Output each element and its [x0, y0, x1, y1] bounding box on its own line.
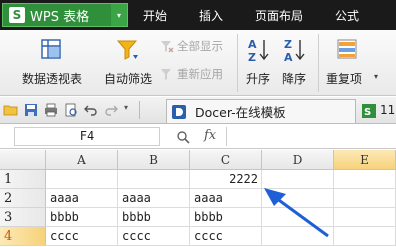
cell-a4[interactable]: cccc [46, 227, 118, 246]
sort-asc-label: 升序 [246, 72, 271, 86]
row-header-3[interactable]: 3 [0, 208, 46, 227]
duplicates-label: 重复项 [326, 72, 363, 86]
toolbar-separator [139, 101, 140, 119]
svg-text:Z: Z [284, 38, 292, 51]
reapply-label: 重新应用 [177, 67, 223, 81]
formula-bar: F4 fx [0, 124, 396, 149]
cell-c1[interactable]: 2222 [190, 170, 262, 189]
cell-c3[interactable]: bbbb [190, 208, 262, 227]
filter-funnel-icon [116, 40, 138, 60]
sort-ascending-button[interactable]: A Z 升序 [244, 34, 274, 92]
docer-tab-label: Docer-在线模板 [195, 105, 286, 120]
sort-desc-label: 降序 [282, 72, 307, 86]
cell-b3[interactable]: bbbb [118, 208, 190, 227]
app-menu-button[interactable]: S WPS 表格 ▾ [2, 3, 128, 27]
svg-text:Z: Z [248, 51, 256, 63]
function-wizard-button[interactable]: fx [204, 128, 216, 143]
sort-desc-icon: Z A [284, 38, 305, 63]
ribbon-separator [237, 34, 238, 92]
column-header-c[interactable]: C [190, 150, 262, 170]
sort-asc-icon: A Z [248, 38, 269, 63]
open-folder-icon[interactable] [3, 102, 19, 118]
tab-docer-templates[interactable]: Docer-在线模板 [166, 99, 356, 123]
save-icon[interactable] [23, 102, 39, 118]
cell-d2[interactable] [262, 189, 334, 208]
formula-separator [226, 127, 227, 146]
row-header-2[interactable]: 2 [0, 189, 46, 208]
cell-d3[interactable] [262, 208, 334, 227]
cell-b2[interactable]: aaaa [118, 189, 190, 208]
ribbon: 数据透视表 自动筛选 全部显示 重新应用 A Z 升序 Z A 降序 重复项 ▾ [0, 30, 396, 96]
cell-e1[interactable] [334, 170, 396, 189]
tab-formula[interactable]: 公式 [335, 7, 359, 24]
cell-b1[interactable] [118, 170, 190, 189]
duplicates-icon [337, 39, 357, 59]
cell-a2[interactable]: aaaa [46, 189, 118, 208]
svg-text:A: A [248, 38, 257, 51]
formula-input[interactable] [230, 127, 396, 146]
reapply-filter-icon [161, 69, 171, 80]
reapply-button[interactable]: 重新应用 [160, 66, 223, 82]
show-all-label: 全部显示 [177, 39, 223, 53]
cell-b4[interactable]: cccc [118, 227, 190, 246]
cell-e2[interactable] [334, 189, 396, 208]
pivot-table-button[interactable]: 数据透视表 [20, 34, 84, 92]
cell-c4[interactable]: cccc [190, 227, 262, 246]
ribbon-separator [318, 34, 319, 92]
spreadsheet-grid: A B C D E 1 2222 2 aaaa aaaa aaaa 3 bbbb… [0, 150, 396, 247]
column-header-e[interactable]: E [334, 150, 396, 170]
redo-icon[interactable] [103, 102, 119, 118]
svg-text:A: A [284, 51, 293, 63]
app-menu-dropdown-icon[interactable]: ▾ [111, 4, 127, 26]
docer-icon [172, 104, 186, 119]
cell-c2[interactable]: aaaa [190, 189, 262, 208]
app-name: WPS 表格 [30, 9, 90, 25]
print-icon[interactable] [43, 102, 59, 118]
title-bar: S WPS 表格 ▾ 开始 插入 页面布局 公式 [0, 0, 396, 30]
wps-logo-icon: S [9, 7, 25, 23]
zoom-icon[interactable] [176, 130, 190, 144]
cell-e3[interactable] [334, 208, 396, 227]
duplicates-dropdown-icon[interactable]: ▾ [374, 72, 378, 81]
customize-toolbar-dropdown-icon[interactable]: ▾ [124, 103, 128, 112]
row-header-4[interactable]: 4 [0, 227, 46, 246]
sort-descending-button[interactable]: Z A 降序 [280, 34, 310, 92]
tab-insert[interactable]: 插入 [199, 7, 223, 24]
clear-filter-icon [161, 41, 174, 53]
pivot-table-icon [41, 39, 61, 59]
print-preview-icon[interactable] [63, 102, 79, 118]
duplicates-button[interactable]: 重复项 ▾ [324, 34, 384, 92]
tab-start[interactable]: 开始 [143, 7, 167, 24]
cell-a1[interactable] [46, 170, 118, 189]
quick-access-bar: ▾ Docer-在线模板 S 11 [0, 97, 396, 124]
show-all-button[interactable]: 全部显示 [160, 38, 223, 54]
cell-d4[interactable] [262, 227, 334, 246]
name-box[interactable]: F4 [14, 127, 160, 146]
select-all-corner[interactable] [0, 150, 46, 170]
tab-page-layout[interactable]: 页面布局 [255, 7, 303, 24]
cell-d1[interactable] [262, 170, 334, 189]
column-header-a[interactable]: A [46, 150, 118, 170]
column-header-b[interactable]: B [118, 150, 190, 170]
cell-e4[interactable] [334, 227, 396, 246]
auto-filter-label: 自动筛选 [104, 72, 153, 86]
auto-filter-button[interactable]: 自动筛选 [104, 34, 156, 92]
column-header-d[interactable]: D [262, 150, 334, 170]
undo-icon[interactable] [83, 102, 99, 118]
cell-a3[interactable]: bbbb [46, 208, 118, 227]
row-header-1[interactable]: 1 [0, 170, 46, 189]
next-tab-label[interactable]: 11 [380, 103, 395, 117]
svg-text:S: S [364, 107, 371, 118]
pivot-table-label: 数据透视表 [22, 72, 83, 86]
excel-file-icon[interactable]: S [361, 103, 377, 119]
